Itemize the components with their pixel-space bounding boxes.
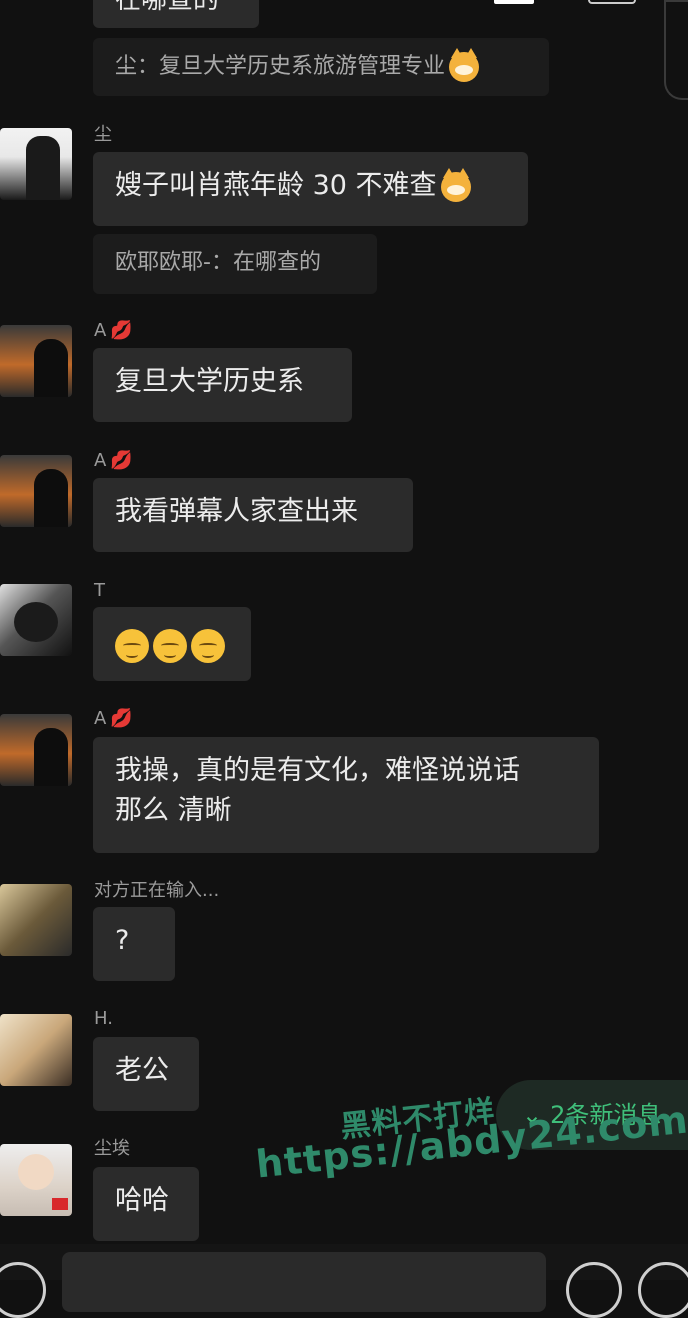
sender-name: A 💋 <box>94 320 133 342</box>
lips-icon: 💋 <box>110 320 133 341</box>
reply-quote[interactable]: 欧耶欧耶-：在哪查的 <box>93 234 377 294</box>
dizzy-face-icon <box>191 628 225 663</box>
sender-name: T <box>94 580 105 601</box>
message-text: 复旦大学历史系 <box>115 366 304 397</box>
sender-name-text: A <box>94 708 107 729</box>
sender-name-text: A <box>94 450 107 471</box>
message-text-line1: 我操，真的是有文化，难怪说说话 <box>115 755 520 786</box>
sender-name: 尘 <box>94 124 112 145</box>
avatar[interactable] <box>0 455 72 527</box>
message-bubble[interactable]: 我操，真的是有文化，难怪说说话 那么 清晰 <box>93 737 599 853</box>
message-text: 老公 <box>115 1055 169 1086</box>
sender-name: A 💋 <box>94 708 133 730</box>
lips-icon: 💋 <box>110 708 133 729</box>
message-text: ? <box>115 925 130 956</box>
message-bubble[interactable]: 老公 <box>93 1037 199 1111</box>
cat-emoji-icon <box>440 167 471 202</box>
status-bar-box-partial <box>588 0 636 4</box>
avatar[interactable] <box>0 1144 72 1216</box>
message-text: 嫂子叫肖燕年龄 30 不难查 <box>115 170 437 201</box>
reply-quote-text: 欧耶欧耶-：在哪查的 <box>115 250 321 275</box>
emoji-button-icon[interactable] <box>566 1262 622 1318</box>
partial-top-bubble: 在哪查的 <box>93 0 259 28</box>
sender-name: A 💋 <box>94 450 133 472</box>
message-input[interactable] <box>62 1252 546 1312</box>
message-bubble[interactable] <box>93 607 251 681</box>
unamused-face-icon <box>153 628 187 663</box>
avatar[interactable] <box>0 884 72 956</box>
avatar[interactable] <box>0 128 72 200</box>
message-bubble[interactable]: ? <box>93 907 175 981</box>
avatar[interactable] <box>0 325 72 397</box>
avatar[interactable] <box>0 584 72 656</box>
message-bubble[interactable]: 嫂子叫肖燕年龄 30 不难查 <box>93 152 528 226</box>
typing-indicator: 对方正在输入... <box>94 880 220 901</box>
partial-top-text: 在哪查的 <box>115 0 220 15</box>
reply-quote[interactable]: 尘：复旦大学历史系旅游管理专业 <box>93 38 549 96</box>
message-text-line2: 那么 清晰 <box>115 795 232 826</box>
right-edge-card-partial <box>664 0 688 100</box>
message-bubble[interactable]: 哈哈 <box>93 1167 199 1241</box>
lips-icon: 💋 <box>110 450 133 471</box>
reply-quote-text: 尘：复旦大学历史系旅游管理专业 <box>115 54 446 79</box>
message-text: 哈哈 <box>115 1185 169 1216</box>
message-text: 我看弹幕人家查出来 <box>115 496 358 527</box>
message-bubble[interactable]: 复旦大学历史系 <box>93 348 352 422</box>
avatar[interactable] <box>0 1014 72 1086</box>
sender-name-text: A <box>94 320 107 341</box>
cat-emoji-icon <box>449 48 480 82</box>
sender-name: 尘埃 <box>94 1138 130 1159</box>
message-bubble[interactable]: 我看弹幕人家查出来 <box>93 478 413 552</box>
pensive-face-icon <box>115 628 149 663</box>
add-button-icon[interactable] <box>638 1262 688 1318</box>
sender-name: H. <box>94 1008 113 1029</box>
status-bar-partial <box>494 0 534 4</box>
avatar[interactable] <box>0 714 72 786</box>
